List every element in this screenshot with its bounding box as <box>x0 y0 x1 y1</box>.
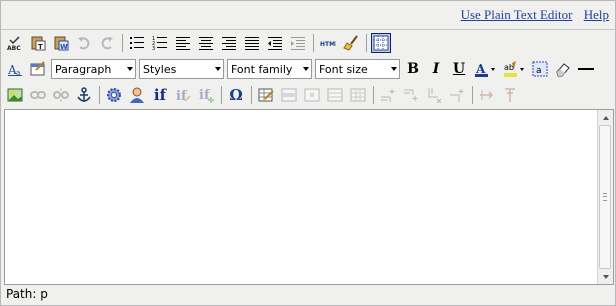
toolbar-row-2: Aa Paragraph Styles Font family Font siz… <box>5 58 599 80</box>
horizontal-rule-icon[interactable] <box>576 59 596 79</box>
scroll-up-icon[interactable] <box>599 111 612 124</box>
align-justify-icon[interactable] <box>242 33 262 53</box>
vertical-scrollbar[interactable] <box>597 110 613 284</box>
delete-col-icon[interactable] <box>500 85 520 105</box>
font-family-select[interactable]: Font family <box>227 59 312 79</box>
underline-button[interactable]: U <box>449 59 469 79</box>
user-icon[interactable] <box>127 85 147 105</box>
chevron-down-icon <box>388 60 399 78</box>
top-divider <box>1 29 615 30</box>
chevron-down-icon <box>212 60 223 78</box>
font-family-select-value: Font family <box>231 62 293 76</box>
col-before-icon[interactable] <box>447 85 467 105</box>
attributes-icon[interactable] <box>28 59 48 79</box>
top-links: Use Plain Text Editor Help <box>453 7 609 25</box>
chevron-down-icon <box>124 60 135 78</box>
toolbar-separator <box>221 86 222 104</box>
align-left-icon[interactable] <box>173 33 193 53</box>
help-link[interactable]: Help <box>584 7 609 22</box>
font-color-button[interactable]: A <box>472 59 498 79</box>
bullet-list-icon[interactable] <box>127 33 147 53</box>
if-edit-icon[interactable]: if <box>173 85 193 105</box>
outdent-icon[interactable] <box>265 33 285 53</box>
svg-text:ABC: ABC <box>7 45 21 51</box>
indent-icon[interactable] <box>288 33 308 53</box>
insert-table-icon[interactable] <box>256 85 276 105</box>
format-select-value: Paragraph <box>55 62 112 76</box>
toggle-guidelines-icon[interactable] <box>371 33 391 53</box>
anchor-icon[interactable] <box>74 85 94 105</box>
select-all-icon[interactable]: a <box>530 59 550 79</box>
col-after-icon[interactable] <box>477 85 497 105</box>
svg-text:a: a <box>536 66 542 76</box>
highlight-color-button[interactable]: ab <box>501 59 527 79</box>
redo-icon[interactable] <box>97 33 117 53</box>
spellcheck-icon[interactable]: ABC <box>5 33 25 53</box>
toolbar-row-1: ABC T W 123 HTM <box>5 32 394 54</box>
svg-text:A: A <box>475 62 486 76</box>
align-center-icon[interactable] <box>196 33 216 53</box>
table-row-props-icon[interactable] <box>279 85 299 105</box>
toolbar-separator <box>313 34 314 52</box>
align-right-icon[interactable] <box>219 33 239 53</box>
styles-select[interactable]: Styles <box>139 59 224 79</box>
toolbar-separator <box>122 34 123 52</box>
remove-format-icon[interactable] <box>553 59 573 79</box>
table-cell-props-icon[interactable] <box>302 85 322 105</box>
paste-text-icon[interactable]: T <box>28 33 48 53</box>
svg-text:3: 3 <box>152 46 155 51</box>
styles-select-value: Styles <box>143 62 177 76</box>
italic-button[interactable]: I <box>426 59 446 79</box>
format-select[interactable]: Paragraph <box>51 59 136 79</box>
numbered-list-icon[interactable]: 123 <box>150 33 170 53</box>
toolbar-separator <box>373 86 374 104</box>
undo-icon[interactable] <box>74 33 94 53</box>
scrollbar-thumb[interactable] <box>599 125 611 269</box>
toolbar-separator <box>366 34 367 52</box>
toolbar-row-3: if if if Ω <box>5 84 523 106</box>
insert-if-button[interactable]: if <box>150 85 170 105</box>
row-after-icon[interactable] <box>401 85 421 105</box>
svg-text:T: T <box>38 43 43 51</box>
toolbar-separator <box>99 86 100 104</box>
editor-content-area[interactable] <box>4 109 614 285</box>
scroll-down-icon[interactable] <box>599 270 612 283</box>
cleanup-icon[interactable] <box>341 33 361 53</box>
grip-icon <box>603 193 607 201</box>
paste-word-icon[interactable]: W <box>51 33 71 53</box>
font-size-select-value: Font size <box>319 62 368 76</box>
if-add-icon[interactable]: if <box>196 85 216 105</box>
delete-row-icon[interactable] <box>424 85 444 105</box>
toolbar-separator <box>251 86 252 104</box>
svg-text:W: W <box>60 43 68 51</box>
html-source-icon[interactable]: HTML <box>318 33 338 53</box>
svg-text:HTML: HTML <box>320 41 336 48</box>
special-char-button[interactable]: Ω <box>226 85 246 105</box>
editor-frame: Use Plain Text Editor Help ABC T W 123 H… <box>0 0 616 306</box>
settings-gear-icon[interactable] <box>104 85 124 105</box>
toolbar-separator <box>472 86 473 104</box>
status-path: Path: p <box>6 287 48 301</box>
table-split-icon[interactable] <box>348 85 368 105</box>
table-merge-icon[interactable] <box>325 85 345 105</box>
bold-button[interactable]: B <box>403 59 423 79</box>
font-size-select[interactable]: Font size <box>315 59 400 79</box>
chevron-down-icon <box>300 60 311 78</box>
unlink-icon[interactable] <box>51 85 71 105</box>
styleprops-icon[interactable]: Aa <box>5 59 25 79</box>
insert-image-icon[interactable] <box>5 85 25 105</box>
row-before-icon[interactable] <box>378 85 398 105</box>
plain-text-editor-link[interactable]: Use Plain Text Editor <box>461 7 573 22</box>
insert-link-icon[interactable] <box>28 85 48 105</box>
